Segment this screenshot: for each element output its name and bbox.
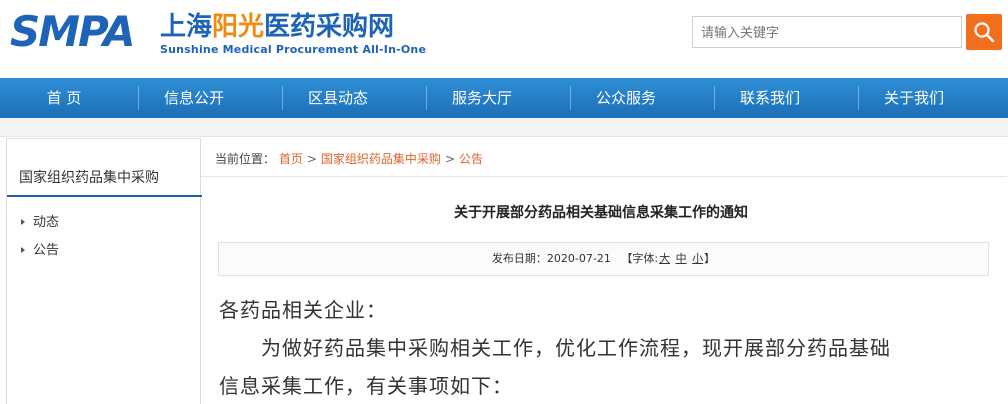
caret-right-icon	[21, 218, 25, 225]
logo-chinese-title: 上海阳光医药采购网	[160, 12, 394, 42]
site-header: SMPA 上海阳光医药采购网 Sunshine Medical Procurem…	[0, 0, 1008, 78]
font-size-medium-button[interactable]: 中	[676, 252, 687, 265]
sidebar-title: 国家组织药品集中采购	[19, 170, 159, 186]
nav-item-public-service[interactable]: 公众服务	[566, 78, 686, 118]
sidebar-item-news[interactable]: 动态	[21, 211, 59, 230]
sidebar-title-underline	[7, 195, 202, 197]
breadcrumb-category[interactable]: 国家组织药品集中采购	[321, 152, 441, 166]
font-size-label-close: 】	[704, 252, 716, 265]
publish-date-label: 发布日期：	[491, 252, 547, 265]
publish-date: 2020-07-21	[546, 252, 611, 265]
breadcrumb: 当前位置： 首页 > 国家组织药品集中采购 > 公告	[215, 150, 483, 167]
font-size-small-button[interactable]: 小	[692, 252, 703, 265]
search-button[interactable]	[966, 14, 1002, 50]
breadcrumb-separator: >	[444, 152, 455, 166]
nav-item-info-disclosure[interactable]: 信息公开	[134, 78, 254, 118]
logo-cn-part-b: 阳光	[212, 12, 265, 42]
article-paragraph-line: 信息采集工作，有关事项如下：	[219, 374, 513, 398]
logo-smpa-text: SMPA	[10, 7, 135, 56]
logo-cn-part-c: 医药采购网	[264, 12, 395, 42]
font-size-large-button[interactable]: 大	[659, 252, 670, 265]
nav-item-district-news[interactable]: 区县动态	[278, 78, 398, 118]
main-nav: 首 页 信息公开 区县动态 服务大厅 公众服务 联系我们 关于我们	[0, 78, 1008, 118]
logo-cn-part-a: 上海	[160, 12, 213, 42]
article-title: 关于开展部分药品相关基础信息采集工作的通知	[454, 205, 748, 221]
main-content: 当前位置： 首页 > 国家组织药品集中采购 > 公告 关于开展部分药品相关基础信息采集工…	[201, 138, 1007, 404]
search-icon	[974, 22, 995, 43]
article-meta: 发布日期：2020-07-21 【字体:大 中 小】	[218, 242, 989, 276]
nav-item-about-us[interactable]: 关于我们	[854, 78, 974, 118]
sidebar-item-label: 公告	[33, 243, 60, 258]
breadcrumb-prefix: 当前位置：	[215, 152, 276, 166]
nav-subbar	[0, 118, 1008, 137]
article-salutation: 各药品相关企业：	[219, 298, 387, 322]
nav-item-home[interactable]: 首 页	[4, 78, 124, 118]
caret-right-icon	[21, 246, 25, 253]
sidebar-item-label: 动态	[33, 215, 60, 230]
breadcrumb-separator: >	[306, 152, 317, 166]
breadcrumb-current[interactable]: 公告	[459, 152, 483, 166]
sidebar: 国家组织药品集中采购 动态 公告	[6, 138, 202, 404]
sidebar-item-announcement[interactable]: 公告	[21, 239, 59, 258]
search-input[interactable]	[692, 16, 962, 48]
logo-english-subtitle: Sunshine Medical Procurement All-In-One	[160, 43, 427, 56]
nav-item-service-hall[interactable]: 服务大厅	[422, 78, 542, 118]
breadcrumb-home[interactable]: 首页	[279, 152, 303, 166]
breadcrumb-divider	[201, 176, 1007, 177]
nav-item-contact-us[interactable]: 联系我们	[710, 78, 830, 118]
article-paragraph-line: 为做好药品集中采购相关工作，优化工作流程，现开展部分药品基础	[219, 336, 891, 360]
font-size-label-open: 【字体:	[621, 252, 659, 265]
